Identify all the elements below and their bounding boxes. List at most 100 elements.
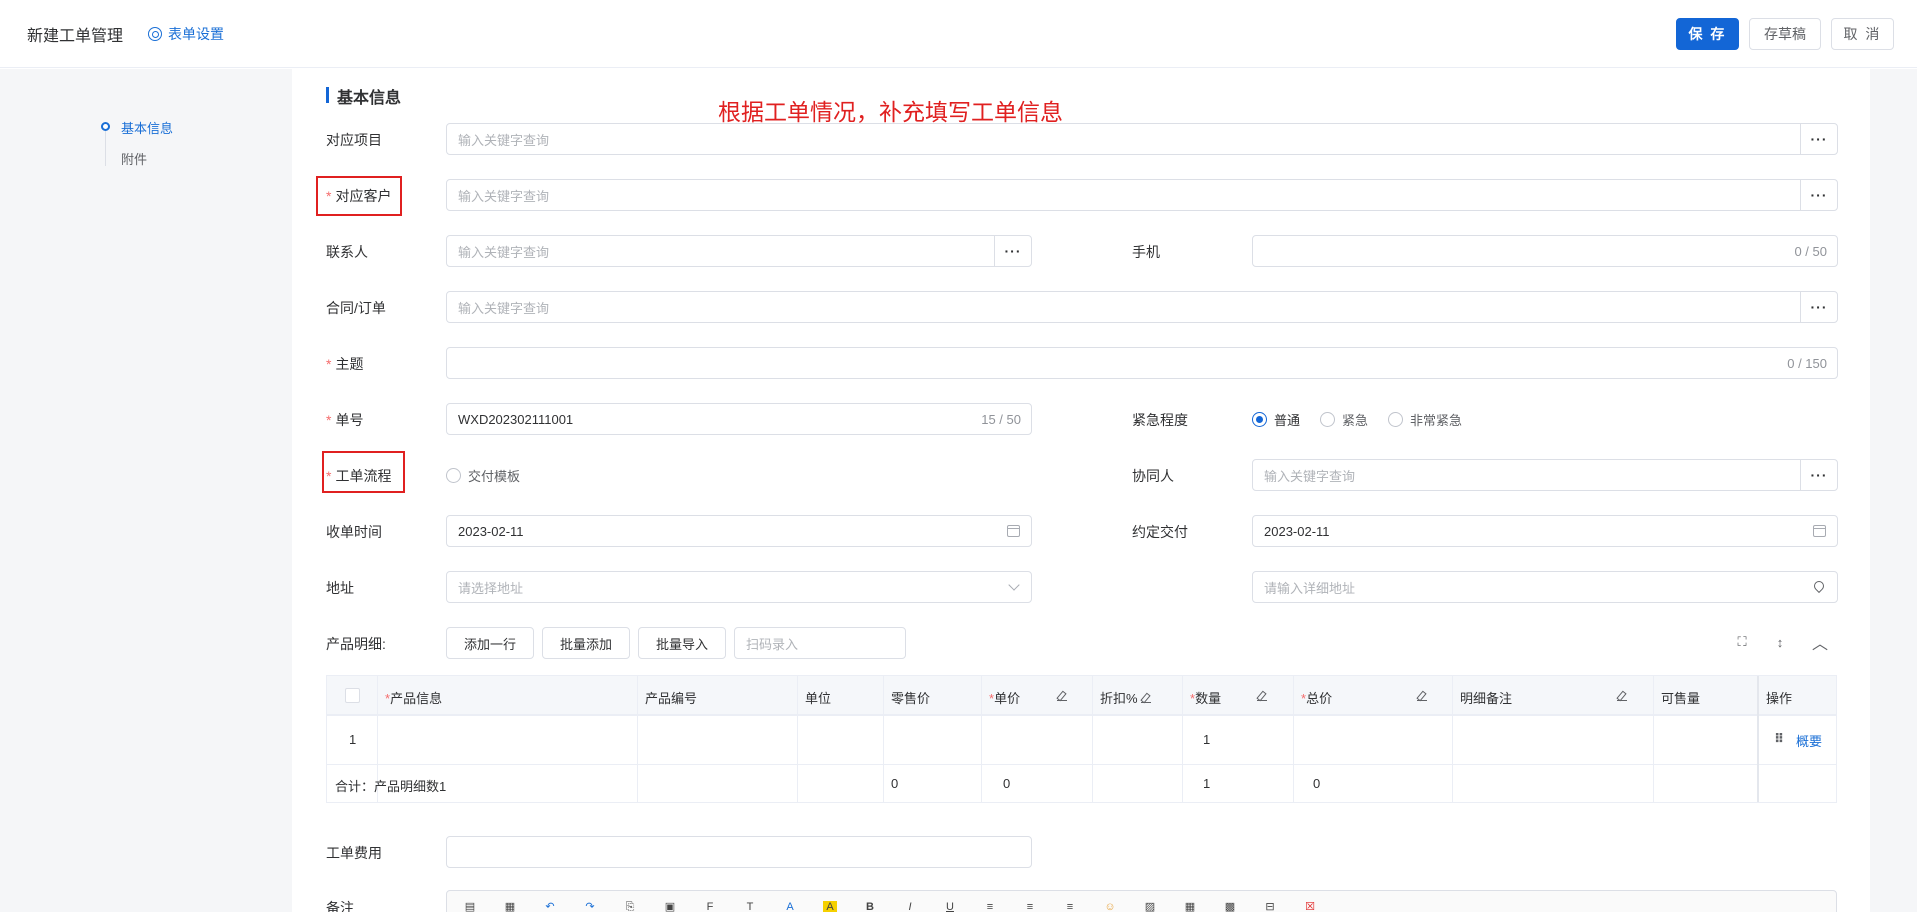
highlight-icon[interactable]: A	[823, 901, 837, 912]
contract-label: 合同/订单	[326, 300, 386, 316]
clear-icon[interactable]: ☒	[1303, 901, 1317, 912]
drag-handle-icon[interactable]: ⠿	[1774, 731, 1784, 747]
urgency-normal-radio[interactable]: 普通	[1252, 410, 1300, 429]
number-input[interactable]: WXD202302111001 15 / 50	[446, 403, 1032, 435]
table-icon[interactable]: ▦	[1183, 901, 1197, 912]
emoji-icon[interactable]: ☺	[1103, 901, 1117, 912]
fee-label: 工单费用	[326, 845, 382, 861]
anchor-basic-info[interactable]: 基本信息	[121, 118, 173, 137]
collaborator-input[interactable]: 输入关键字查询	[1252, 459, 1801, 491]
italic-icon[interactable]: I	[903, 901, 917, 912]
bold-icon[interactable]: B	[863, 901, 877, 912]
number-label: * 单号	[326, 412, 364, 428]
contact-input[interactable]: 输入关键字查询	[446, 235, 995, 267]
col-actions: 操作	[1766, 691, 1793, 706]
fee-input[interactable]	[446, 836, 1032, 868]
col-total-price: *总价	[1301, 691, 1333, 706]
edit-icon[interactable]	[1257, 689, 1267, 704]
underline-icon[interactable]: U	[943, 901, 957, 912]
template-icon[interactable]: ▦	[503, 901, 517, 912]
anchor-attachments[interactable]: 附件	[121, 149, 147, 168]
source-icon[interactable]: ▤	[463, 901, 477, 912]
products-label: 产品明细:	[326, 636, 386, 652]
project-more-button[interactable]: ···	[1800, 123, 1838, 155]
project-input[interactable]: 输入关键字查询	[446, 123, 1801, 155]
col-available-qty: 可售量	[1661, 691, 1701, 706]
more-icon: ···	[1810, 299, 1828, 315]
location-icon	[1811, 578, 1827, 594]
total-amount: 0	[1313, 776, 1321, 791]
edit-icon[interactable]	[1617, 689, 1627, 704]
image-icon[interactable]: ▨	[1143, 901, 1157, 912]
total-label: 合计：产品明细数1	[335, 779, 447, 794]
anchor-line	[105, 126, 106, 166]
customer-input[interactable]: 输入关键字查询	[446, 179, 1801, 211]
urgency-urgent-radio[interactable]: 紧急	[1320, 410, 1368, 429]
contact-label: 联系人	[326, 244, 368, 260]
row-summary-link[interactable]: 概要	[1796, 731, 1822, 750]
total-retail: 0	[891, 776, 899, 791]
address-detail-input[interactable]: 请输入详细地址	[1252, 571, 1838, 603]
col-unit: 单位	[805, 691, 832, 706]
section-marker	[326, 87, 329, 103]
save-button[interactable]: 保 存	[1676, 18, 1739, 50]
chevron-up-icon[interactable]: ︿	[1812, 634, 1828, 653]
undo-icon[interactable]: ↶	[543, 901, 557, 912]
form-settings-link[interactable]: 表单设置	[148, 24, 224, 44]
contact-more-button[interactable]: ···	[994, 235, 1032, 267]
fullscreen-icon[interactable]: ⛶	[1734, 634, 1750, 650]
select-all-checkbox[interactable]	[345, 688, 360, 703]
font-size-icon[interactable]: T	[743, 901, 757, 912]
table-header	[327, 676, 1836, 715]
redo-icon[interactable]: ↷	[583, 901, 597, 912]
total-quantity: 1	[1203, 776, 1211, 791]
address-select[interactable]: 请选择地址	[446, 571, 1032, 603]
collaborator-more-button[interactable]: ···	[1800, 459, 1838, 491]
col-product-code: 产品编号	[645, 691, 698, 706]
phone-label: 手机	[1132, 244, 1160, 260]
contract-input[interactable]: 输入关键字查询	[446, 291, 1801, 323]
link-icon[interactable]: ⊟	[1263, 901, 1277, 912]
subject-input[interactable]: 0 / 150	[446, 347, 1838, 379]
batch-add-button[interactable]: 批量添加	[542, 627, 630, 659]
add-row-button[interactable]: 添加一行	[446, 627, 534, 659]
receive-time-picker[interactable]: 2023-02-11	[446, 515, 1032, 547]
copy-icon[interactable]: ⎘	[623, 901, 637, 912]
scan-input[interactable]: 扫码录入	[734, 627, 906, 659]
urgency-very-urgent-radio[interactable]: 非常紧急	[1388, 410, 1462, 429]
edit-icon	[1141, 693, 1152, 703]
edit-icon[interactable]	[1057, 689, 1067, 704]
col-quantity: *数量	[1190, 691, 1222, 706]
batch-import-button[interactable]: 批量导入	[638, 627, 726, 659]
media-icon[interactable]: ▩	[1223, 901, 1237, 912]
section-title: 基本信息	[337, 90, 402, 107]
right-gutter	[1870, 69, 1917, 912]
phone-input[interactable]: 0 / 50	[1252, 235, 1838, 267]
left-panel	[0, 69, 292, 912]
remark-label: 备注	[326, 900, 354, 912]
more-icon: ···	[1810, 467, 1828, 483]
chevron-down-icon	[1008, 579, 1020, 591]
flow-label: * 工单流程	[326, 468, 392, 484]
more-icon: ···	[1810, 131, 1828, 147]
col-discount: 折扣%	[1100, 688, 1152, 707]
paste-icon[interactable]: ▣	[663, 901, 677, 912]
align-center-icon[interactable]: ≡	[1023, 901, 1037, 912]
delivery-time-picker[interactable]: 2023-02-11	[1252, 515, 1838, 547]
flow-delivery-template-radio[interactable]: 交付模板	[446, 466, 520, 485]
edit-icon[interactable]	[1417, 689, 1427, 704]
font-color-icon[interactable]: A	[783, 901, 797, 912]
align-right-icon[interactable]: ≡	[1063, 901, 1077, 912]
align-left-icon[interactable]: ≡	[983, 901, 997, 912]
font-icon[interactable]: F	[703, 901, 717, 912]
sort-icon[interactable]: ↕	[1772, 634, 1788, 650]
cancel-button[interactable]: 取 消	[1831, 18, 1894, 50]
customer-more-button[interactable]: ···	[1800, 179, 1838, 211]
save-draft-button[interactable]: 存草稿	[1749, 18, 1821, 50]
row-index: 1	[349, 732, 357, 747]
contract-more-button[interactable]: ···	[1800, 291, 1838, 323]
row-quantity[interactable]: 1	[1203, 732, 1210, 747]
col-product-info: *产品信息	[385, 691, 443, 706]
address-label: 地址	[326, 580, 354, 596]
col-detail-remark: 明细备注	[1460, 691, 1513, 706]
